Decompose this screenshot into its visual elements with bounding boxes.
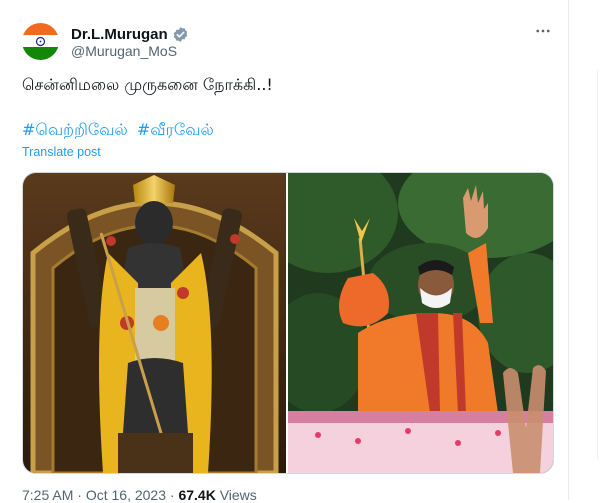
hashtag-link[interactable]: #வீரவேல் [137, 120, 214, 139]
author-handle[interactable]: @Murugan_MoS [71, 43, 177, 59]
right-sidebar-edge [568, 0, 600, 500]
meta-separator: · [77, 487, 82, 503]
more-options-icon[interactable] [532, 20, 554, 42]
hashtag-link[interactable]: #வெற்றிவேல் [22, 120, 128, 139]
meta-separator: · [169, 487, 175, 503]
deity-photo[interactable] [23, 173, 286, 473]
tweet-date[interactable]: Oct 16, 2023 [86, 487, 166, 503]
views-label: Views [219, 487, 257, 503]
tweet-card: Dr.L.Murugan @Murugan_MoS சென்னிமலை முரு… [0, 0, 568, 503]
deity-image [23, 173, 286, 473]
hashtag-row: #வெற்றிவேல் #வீரவேல் [22, 120, 218, 141]
politician-image [288, 173, 553, 473]
author-display-name[interactable]: Dr.L.Murugan [71, 26, 168, 43]
author-avatar[interactable] [22, 23, 59, 60]
sidebar-divider [597, 70, 598, 460]
author-name-row[interactable]: Dr.L.Murugan [71, 24, 189, 44]
views-count: 67.4K [178, 487, 216, 503]
india-flag-avatar-icon [22, 23, 59, 60]
translate-post-link[interactable]: Translate post [22, 145, 101, 159]
verified-badge-icon [172, 26, 189, 43]
tweet-time[interactable]: 7:25 AM [22, 487, 73, 503]
politician-photo[interactable] [288, 173, 553, 473]
media-grid [22, 172, 554, 474]
tweet-meta: 7:25 AM · Oct 16, 2023 · 67.4K Views [22, 487, 257, 503]
tweet-text: சென்னிமலை முருகனை நோக்கி..! [22, 75, 273, 94]
